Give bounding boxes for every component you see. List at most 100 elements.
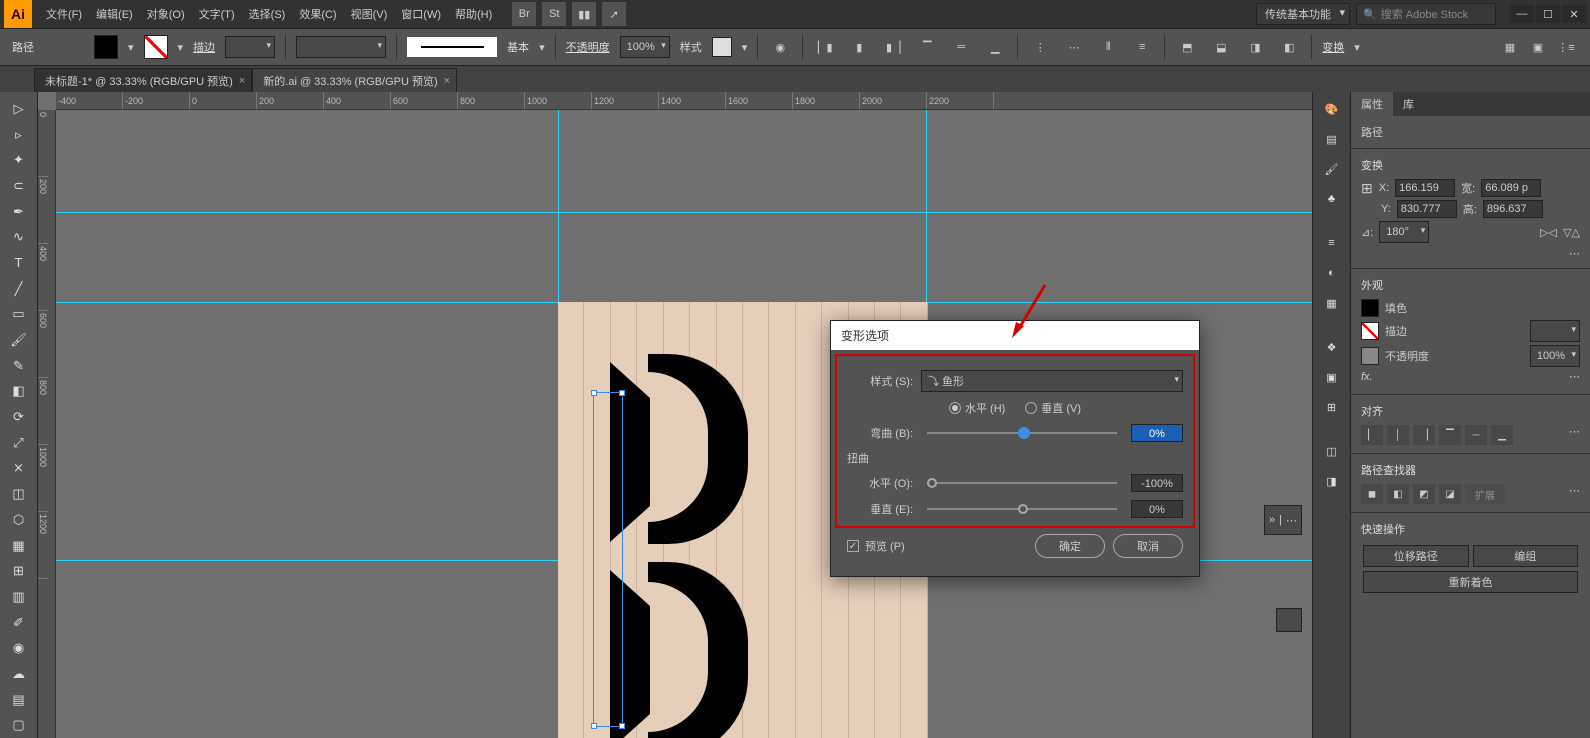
dist2-icon[interactable]: ⋯ [1062, 35, 1086, 59]
opac-val[interactable]: 100% [1530, 345, 1580, 367]
tool-shape-builder[interactable]: ⬡ [5, 508, 33, 532]
doc-tab-1[interactable]: 未标题-1* @ 33.33% (RGB/GPU 预览) × [34, 68, 252, 92]
dock-asset-icon[interactable]: ▣ [1318, 364, 1346, 390]
tab-1-close-icon[interactable]: × [239, 75, 245, 87]
x-input[interactable] [1395, 179, 1455, 197]
tool-eyedropper[interactable]: ✐ [5, 611, 33, 635]
dock-swatch-icon[interactable]: ▤ [1318, 126, 1346, 152]
bridge-icon[interactable]: Br [512, 2, 536, 26]
dist-icon[interactable]: ⋮ [1028, 35, 1052, 59]
dock-grad-icon[interactable]: ◐ [1318, 260, 1346, 286]
transform-more-icon[interactable]: ⋯ [1569, 248, 1580, 260]
menu-view[interactable]: 视图(V) [345, 2, 394, 26]
vsp-dd[interactable] [296, 36, 386, 58]
quick-group-button[interactable]: 编组 [1473, 545, 1579, 567]
dock-brush-icon[interactable]: 🖌 [1318, 156, 1346, 182]
stroke-swatch[interactable] [144, 35, 168, 59]
dock-layers-icon[interactable]: ❖ [1318, 334, 1346, 360]
tool-rectangle[interactable]: ▭ [5, 303, 33, 327]
align-more-icon[interactable]: ⋯ [1569, 425, 1580, 445]
align-btn-6[interactable]: ▁ [1491, 425, 1513, 445]
edit-icon[interactable]: ▣ [1526, 35, 1550, 59]
tab-2-close-icon[interactable]: × [444, 75, 450, 87]
tool-width[interactable]: ⨯ [5, 457, 33, 481]
tool-blend[interactable]: ◉ [5, 636, 33, 660]
more-icon[interactable]: ⋮≡ [1554, 35, 1578, 59]
align-btn-3[interactable]: ▕ [1413, 425, 1435, 445]
tool-line[interactable]: ╱ [5, 277, 33, 301]
pf-exclude[interactable]: ◪ [1439, 484, 1461, 504]
tool-type[interactable]: T [5, 251, 33, 275]
pf-more-icon[interactable]: ⋯ [1569, 484, 1580, 504]
dock-artb-icon[interactable]: ⊞ [1318, 394, 1346, 420]
tool-free-transform[interactable]: ◫ [5, 482, 33, 506]
tool-rotate[interactable]: ⟳ [5, 405, 33, 429]
brush-preview[interactable] [407, 37, 497, 57]
arrow-icon[interactable]: ➚ [602, 2, 626, 26]
align-b-icon[interactable]: ▁ [983, 35, 1007, 59]
dock-color-icon[interactable]: 🎨 [1318, 96, 1346, 122]
tool-magic-wand[interactable]: ✦ [5, 148, 33, 172]
opacity-label[interactable]: 不透明度 [566, 39, 610, 55]
menu-window[interactable]: 窗口(W) [395, 2, 447, 26]
tool-eraser[interactable]: ◧ [5, 380, 33, 404]
pf-intersect[interactable]: ◩ [1413, 484, 1435, 504]
appearance-more-icon[interactable]: ⋯ [1569, 370, 1580, 383]
tool-brush[interactable]: 🖌 [5, 328, 33, 352]
radio-vertical[interactable]: 垂直 (V) [1025, 400, 1081, 416]
stroke-dd-icon[interactable]: ▾ [178, 41, 184, 54]
stroke-weight[interactable] [225, 36, 275, 58]
align-t-icon[interactable]: ▔ [915, 35, 939, 59]
v-distort-value[interactable]: 0% [1131, 500, 1183, 518]
transform-dd-icon[interactable]: ▾ [1354, 41, 1360, 54]
radio-horizontal[interactable]: 水平 (H) [949, 400, 1005, 416]
pf-unite[interactable]: ◼ [1361, 484, 1383, 504]
float-toolbar[interactable]: »| ⋯ [1264, 505, 1302, 535]
dock-stroke-icon[interactable]: ≡ [1318, 230, 1346, 256]
recolor-icon[interactable]: ◉ [768, 35, 792, 59]
arrange-icon[interactable]: ▮▮ [572, 2, 596, 26]
tool-mesh[interactable]: ⊞ [5, 559, 33, 583]
align-btn-2[interactable]: │ [1387, 425, 1409, 445]
tab-properties[interactable]: 属性 [1351, 92, 1393, 116]
tool-selection[interactable]: ▷ [5, 97, 33, 121]
align-btn-4[interactable]: ▔ [1439, 425, 1461, 445]
search-stock[interactable]: 🔍 搜索 Adobe Stock [1356, 3, 1496, 25]
shape4-icon[interactable]: ◧ [1277, 35, 1301, 59]
workspace-switcher[interactable]: 传统基本功能 [1256, 3, 1350, 25]
tool-graph[interactable]: ▤ [5, 688, 33, 712]
tool-scale[interactable]: ⤢ [5, 431, 33, 455]
tool-symbol[interactable]: ☁ [5, 662, 33, 686]
warp-style-dropdown[interactable]: ⤵ 鱼形 [921, 370, 1183, 392]
align-m-icon[interactable]: ═ [949, 35, 973, 59]
cancel-button[interactable]: 取消 [1113, 534, 1183, 558]
guide-h1[interactable] [56, 212, 1312, 213]
tool-artboard[interactable]: ▢ [5, 714, 33, 738]
dock-symbol-icon[interactable]: ♣ [1318, 186, 1346, 212]
ok-button[interactable]: 确定 [1035, 534, 1105, 558]
close-button[interactable]: ✕ [1562, 5, 1586, 23]
bend-value[interactable]: 0% [1131, 424, 1183, 442]
tool-gradient[interactable]: ▥ [5, 585, 33, 609]
style-swatch[interactable] [712, 37, 732, 57]
style-dd-icon[interactable]: ▾ [742, 41, 748, 54]
tool-perspective[interactable]: ▦ [5, 534, 33, 558]
float-menu-icon[interactable]: ⋯ [1286, 514, 1297, 527]
tool-lasso[interactable]: ⊂ [5, 174, 33, 198]
menu-edit[interactable]: 编辑(E) [90, 2, 139, 26]
brush-dd-icon[interactable]: ▾ [539, 41, 545, 54]
fx-label[interactable]: fx. [1361, 371, 1373, 383]
align-btn-1[interactable]: ▏ [1361, 425, 1383, 445]
stroke-sw[interactable] [1361, 322, 1379, 340]
transform-label[interactable]: 变换 [1322, 39, 1344, 55]
tab-libraries[interactable]: 库 [1393, 92, 1424, 116]
dock-gs-icon[interactable]: ◨ [1318, 468, 1346, 494]
align-r-icon[interactable]: ▮▕ [881, 35, 905, 59]
dist4-icon[interactable]: ≡ [1130, 35, 1154, 59]
opac-sw[interactable] [1361, 347, 1379, 365]
menu-select[interactable]: 选择(S) [243, 2, 292, 26]
fill-sw[interactable] [1361, 299, 1379, 317]
angle-input[interactable]: 180° [1379, 221, 1429, 243]
menu-file[interactable]: 文件(F) [40, 2, 88, 26]
menu-help[interactable]: 帮助(H) [449, 2, 498, 26]
